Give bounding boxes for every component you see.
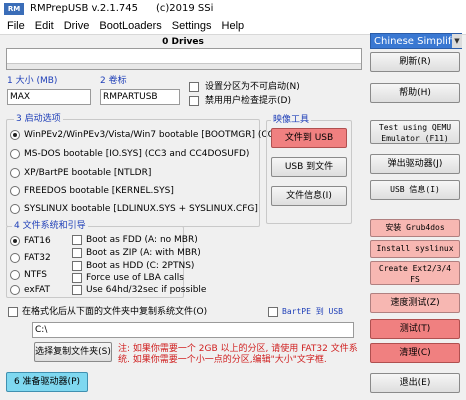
volume-label: 2 卷标 [100, 76, 127, 86]
disable-prompts-label: 禁用用户检查提示(D) [205, 96, 291, 106]
bartpe-checkbox[interactable] [268, 307, 278, 317]
boot-hdd-label: Boot as HDD (C: 2PTNS) [86, 261, 195, 271]
drives-count-label: 0 Drives [162, 37, 204, 47]
eject-drive-button[interactable]: 弹出驱动器(J) [370, 154, 460, 174]
filesystem-label: FAT32 [24, 253, 51, 263]
create-ext-line-2: FS [410, 275, 420, 284]
menu-bootloaders[interactable]: BootLoaders [99, 18, 161, 34]
note-line-2: 统. 如果你需要一个小一点的分区,编辑"大小"文字框. [118, 355, 327, 365]
window-title: RMPrepUSB v.2.1.745 [30, 3, 139, 14]
boot-option-radio[interactable] [10, 149, 20, 159]
copy-files-label: 在格式化后从下面的文件夹中复制系统文件(O) [22, 307, 208, 317]
create-ext-line-1: Create Ext2/3/4 [378, 264, 452, 273]
force-lba-checkbox[interactable] [72, 273, 82, 283]
boot-option-label: FREEDOS bootable [KERNEL.SYS] [24, 186, 174, 196]
copyright-text: (c)2019 SSi [156, 3, 214, 14]
boot-options-title: 3 启动选项 [14, 114, 63, 124]
folder-path-input[interactable]: C:\ [32, 322, 354, 338]
filesystem-radio[interactable] [10, 236, 20, 246]
menu-file[interactable]: File [7, 18, 25, 34]
install-grub4dos-button[interactable]: 安装 Grub4dos [370, 219, 460, 237]
force-lba-label: Force use of LBA calls [86, 273, 184, 283]
boot-option-label: WinPEv2/WinPEv3/Vista/Win7 bootable [BOO… [24, 130, 284, 140]
filesystem-radio[interactable] [10, 253, 20, 263]
filesystem-label: FAT16 [24, 236, 51, 246]
boot-option-label: XP/BartPE bootable [NTLDR] [24, 168, 152, 178]
app-icon: RM [4, 3, 24, 15]
filesystem-title: 4 文件系统和引导 [12, 221, 88, 231]
bartpe-label: BartPE 到 USB [282, 307, 343, 316]
usb-to-file-button[interactable]: USB 到文件 [271, 157, 347, 177]
menu-bar: File Edit Drive BootLoaders Settings Hel… [0, 18, 466, 34]
use-64hd-checkbox[interactable] [72, 285, 82, 295]
file-to-usb-button[interactable]: 文件到 USB [271, 128, 347, 148]
exit-button[interactable]: 退出(E) [370, 373, 460, 393]
non-bootable-label: 设置分区为不可启动(N) [205, 82, 300, 92]
image-tools-title: 映像工具 [271, 115, 312, 125]
filesystem-label: NTFS [24, 270, 47, 280]
file-info-button[interactable]: 文件信息(I) [271, 186, 347, 206]
boot-fdd-checkbox[interactable] [72, 235, 82, 245]
size-input[interactable]: MAX [7, 89, 91, 105]
filesystem-radio[interactable] [10, 285, 20, 295]
non-bootable-checkbox[interactable] [189, 82, 199, 92]
clean-button[interactable]: 清理(C) [370, 343, 460, 363]
menu-edit[interactable]: Edit [35, 18, 54, 34]
boot-fdd-label: Boot as FDD (A: no MBR) [86, 235, 198, 245]
boot-zip-label: Boot as ZIP (A: with MBR) [86, 248, 201, 258]
boot-option-label: SYSLINUX bootable [LDLINUX.SYS + SYSLINU… [24, 204, 258, 214]
boot-option-radio[interactable] [10, 186, 20, 196]
disable-prompts-checkbox[interactable] [189, 96, 199, 106]
boot-option-radio[interactable] [10, 130, 20, 140]
volume-input[interactable]: RMPARTUSB [100, 89, 180, 105]
refresh-button[interactable]: 刷新(R) [370, 52, 460, 72]
test-qemu-line-2: Emulator (F11) [381, 134, 449, 143]
test-qemu-line-1: Test using QEMU [378, 123, 452, 132]
filesystem-radio[interactable] [10, 270, 20, 280]
use-64hd-label: Use 64hd/32sec if possible [86, 285, 207, 295]
prepare-drive-button[interactable]: 6 准备驱动器(P) [6, 372, 88, 392]
filesystem-label: exFAT [24, 285, 51, 295]
boot-hdd-checkbox[interactable] [72, 261, 82, 271]
test-qemu-button[interactable]: Test using QEMU Emulator (F11) [370, 120, 460, 144]
speed-test-button[interactable]: 速度测试(Z) [370, 293, 460, 313]
create-ext-button[interactable]: Create Ext2/3/4 FS [370, 261, 460, 285]
menu-settings[interactable]: Settings [172, 18, 212, 34]
size-label: 1 大小 (MB) [7, 76, 58, 86]
menu-drive[interactable]: Drive [64, 18, 90, 34]
choose-folder-button[interactable]: 选择复制文件夹(S) [34, 342, 112, 362]
language-select[interactable]: Chinese Simplified [370, 33, 462, 49]
install-syslinux-button[interactable]: Install syslinux [370, 240, 460, 258]
help-button[interactable]: 帮助(H) [370, 83, 460, 103]
note-line-1: 注: 如果你需要一个 2GB 以上的分区, 请使用 FAT32 文件系 [118, 344, 358, 354]
boot-option-label: MS-DOS bootable [IO.SYS] (CC3 and CC4DOS… [24, 149, 250, 159]
test-button[interactable]: 测试(T) [370, 319, 460, 339]
chevron-down-icon[interactable]: ▼ [452, 34, 462, 48]
usb-info-button[interactable]: USB 信息(I) [370, 180, 460, 200]
copy-files-checkbox[interactable] [8, 307, 18, 317]
boot-option-radio[interactable] [10, 168, 20, 178]
boot-option-radio[interactable] [10, 204, 20, 214]
menu-help[interactable]: Help [222, 18, 245, 34]
drive-list-scrollbar[interactable] [7, 63, 361, 69]
boot-zip-checkbox[interactable] [72, 248, 82, 258]
